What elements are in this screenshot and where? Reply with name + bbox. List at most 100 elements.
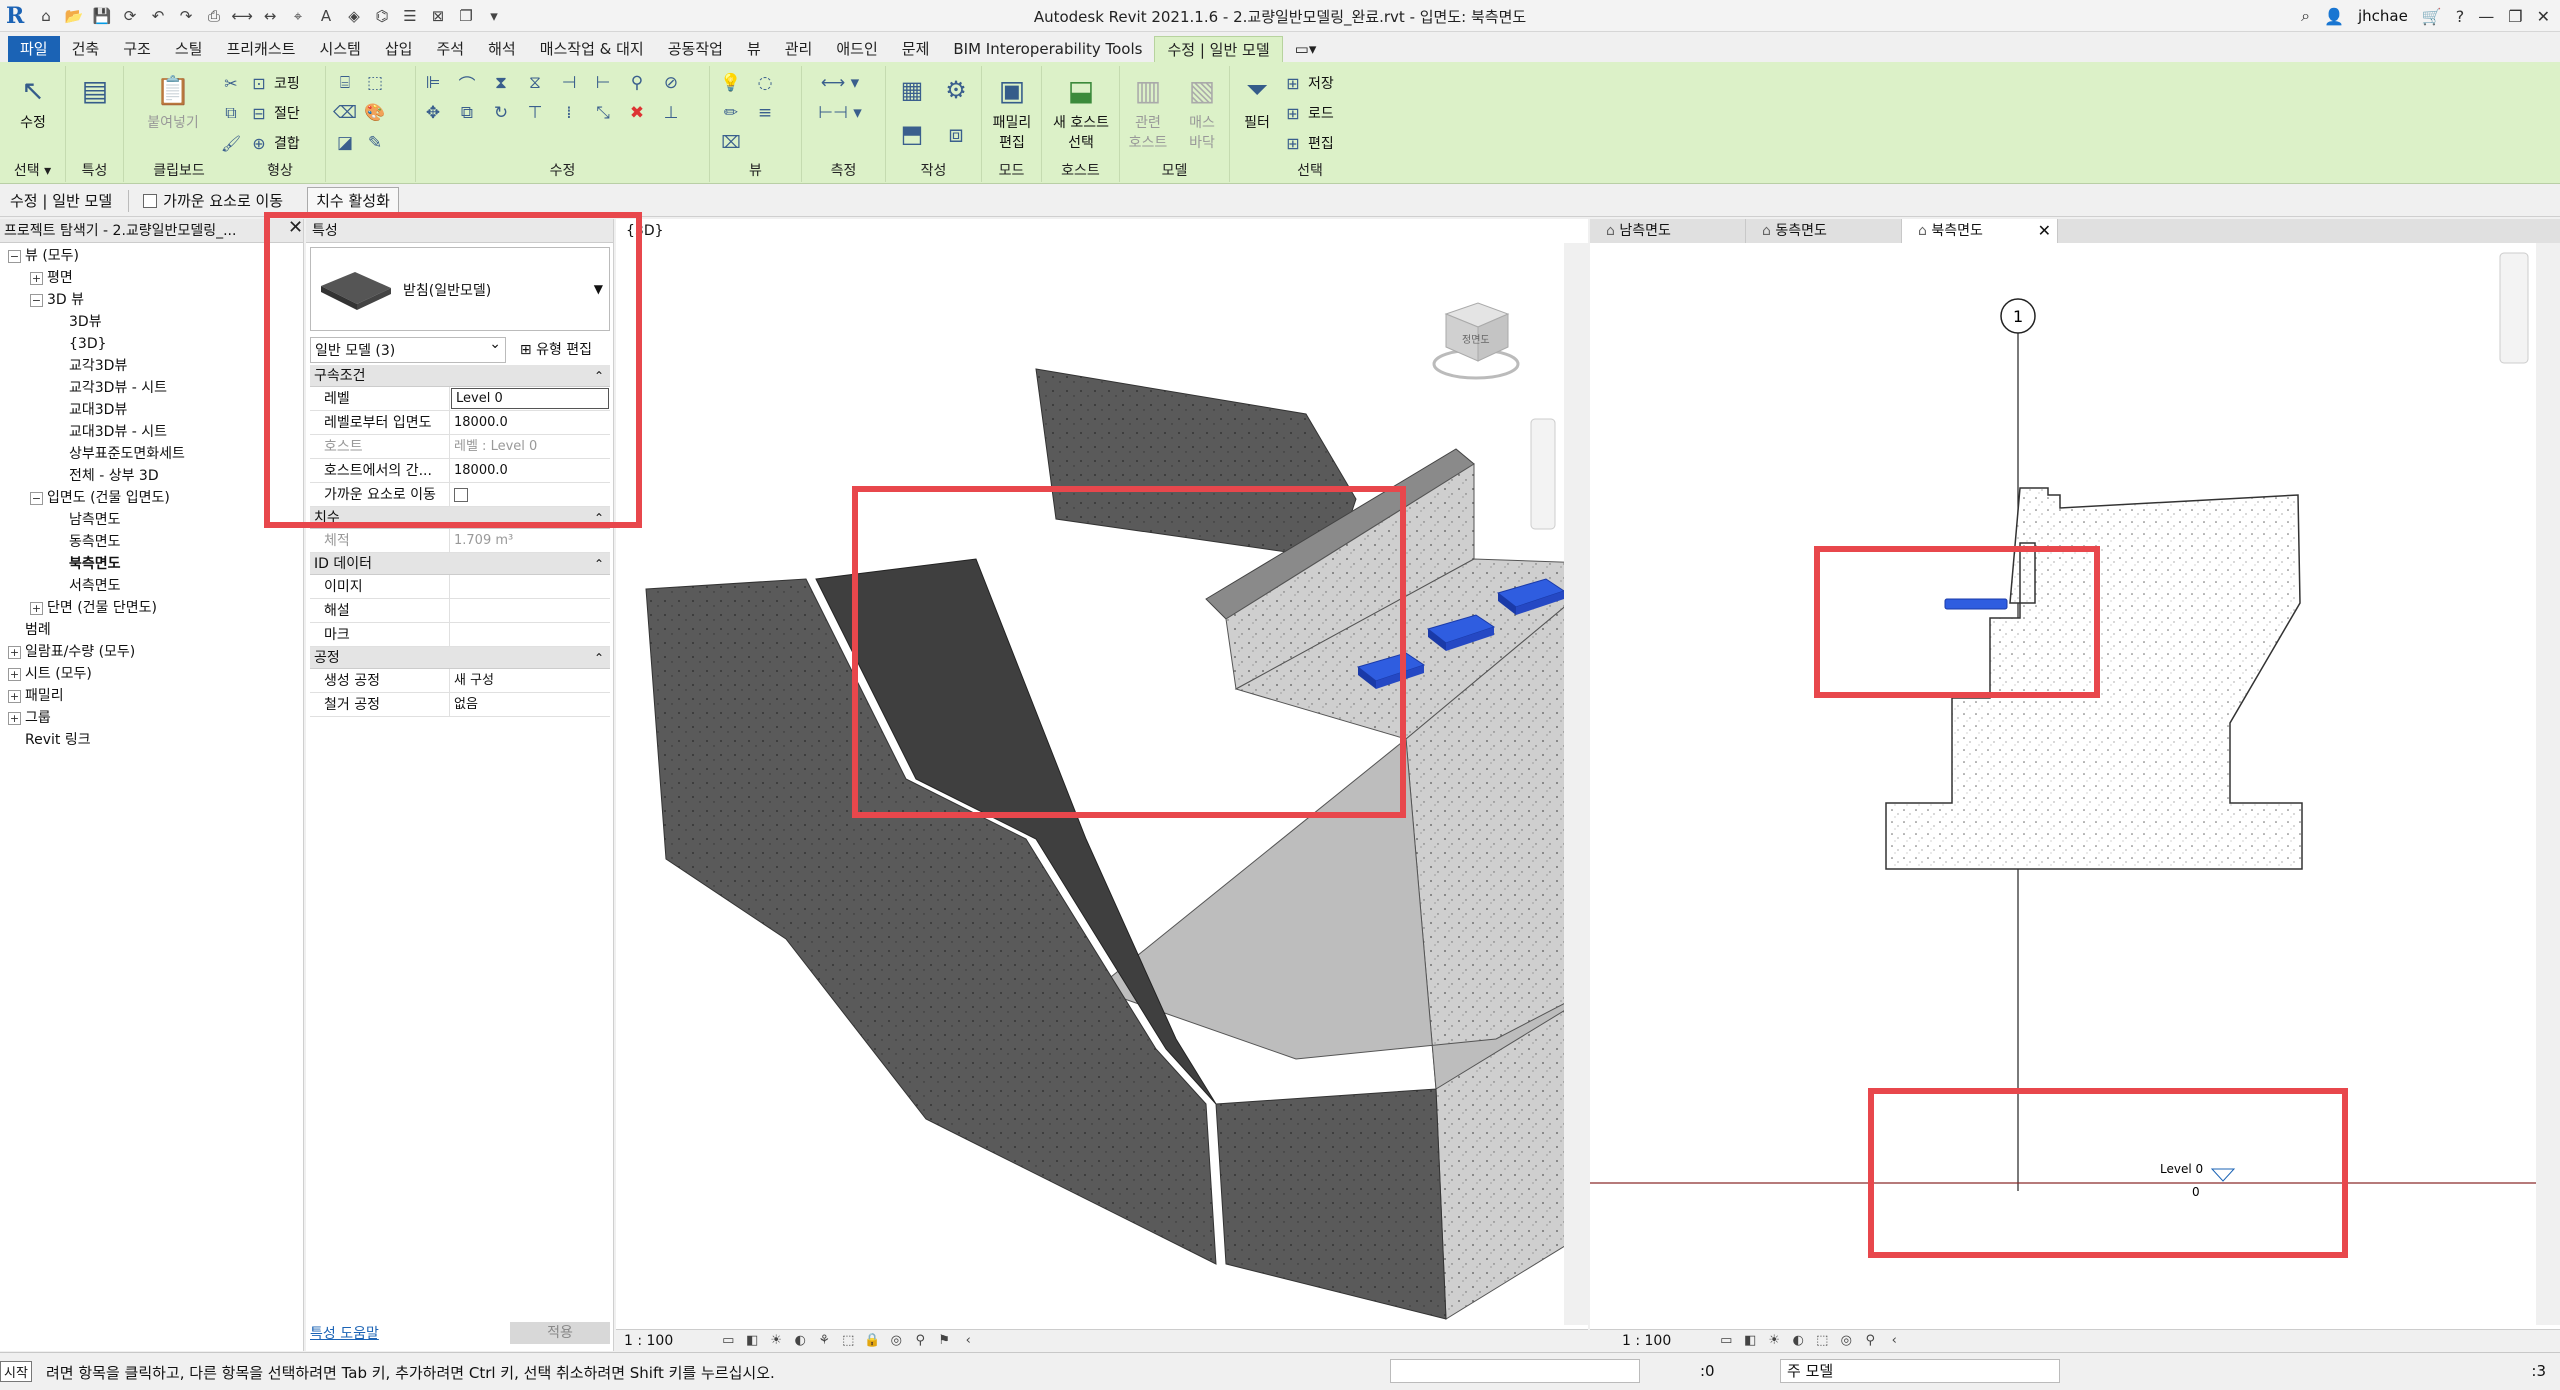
eraser-icon[interactable]: ⌧ <box>718 130 744 156</box>
elev-scroll-left-icon[interactable]: ‹ <box>1885 1332 1903 1350</box>
ribbon-tab-16[interactable]: 수정 | 일반 모델 <box>1154 36 1283 62</box>
save-icon[interactable]: 💾 <box>90 4 114 28</box>
trim-icon[interactable]: ⊤ <box>522 100 548 126</box>
related-hosts-button[interactable]: ▥ 관련 호스트 <box>1122 68 1174 152</box>
scale-icon[interactable]: ⤡ <box>590 100 616 126</box>
thin-lines-icon[interactable]: ☰ <box>398 4 422 28</box>
ribbon-tab-12[interactable]: 관리 <box>773 36 825 62</box>
elev-sun-icon[interactable]: ☀ <box>1765 1332 1783 1350</box>
navigation-bar[interactable] <box>1530 418 1556 530</box>
qat-dropdown-icon[interactable]: ▾ <box>482 4 506 28</box>
elev-reveal-icon[interactable]: ⚲ <box>1861 1332 1879 1350</box>
elev-detail-level-icon[interactable]: ▭ <box>1717 1332 1735 1350</box>
collapse-icon[interactable]: − <box>8 249 21 263</box>
dimension-aligned-icon[interactable]: ⊢⊣ ▾ <box>810 100 870 126</box>
browser-item[interactable]: + 단면 (건물 단면도) <box>30 597 157 619</box>
user-name[interactable]: jhchae <box>2358 7 2408 25</box>
select-group-label[interactable]: 선택 ▾ <box>0 160 65 180</box>
start-badge[interactable]: 시작 <box>0 1361 32 1382</box>
close-icon[interactable]: ✕ <box>2537 7 2550 26</box>
create-similar-icon[interactable]: ⚙ <box>936 70 976 110</box>
analytic-icon[interactable]: ⚑ <box>935 1332 953 1350</box>
selection-count[interactable]: :3 <box>2531 1362 2546 1380</box>
trim-single-icon[interactable]: ⊥ <box>658 100 684 126</box>
browser-item[interactable]: {3D} <box>52 333 107 355</box>
design-option-select[interactable]: 주 모델 <box>1780 1359 2060 1383</box>
apply-button[interactable]: 적용 <box>510 1322 610 1344</box>
expand-icon[interactable]: + <box>30 601 43 615</box>
array-icon[interactable]: ⁞ <box>556 100 582 126</box>
help-icon[interactable]: ? <box>2456 7 2465 26</box>
elev-crop-icon[interactable]: ⬚ <box>1813 1332 1831 1350</box>
text-icon[interactable]: A <box>314 4 338 28</box>
property-section-header[interactable]: 공정 <box>310 647 610 669</box>
browser-item[interactable]: −3D 뷰 <box>30 289 84 311</box>
browser-item[interactable]: 상부표준도면화세트 <box>52 443 185 465</box>
cope-button[interactable]: ⊡ 코핑 <box>248 70 299 96</box>
copy-mod-icon[interactable]: ⧉ <box>454 100 480 126</box>
expand-icon[interactable]: + <box>8 711 21 725</box>
snap-checkbox[interactable]: 가까운 요소로 이동 <box>135 190 291 211</box>
minimize-icon[interactable]: — <box>2478 7 2494 26</box>
browser-item[interactable]: 교대3D뷰 - 시트 <box>52 421 167 443</box>
cube-icon[interactable]: ⬚ <box>362 70 388 96</box>
offset-icon[interactable]: ⌒ <box>454 70 480 96</box>
close-tab-icon[interactable]: ✕ <box>2038 219 2051 243</box>
cart-icon[interactable]: 🛒 <box>2422 7 2442 26</box>
dimension-icon[interactable]: ↔ <box>258 4 282 28</box>
view-3d-scale[interactable]: 1 : 100 <box>624 1333 673 1349</box>
ribbon-tab-9[interactable]: 매스작업 & 대지 <box>528 36 656 62</box>
align-icon[interactable]: ⊫ <box>420 70 446 96</box>
open-icon[interactable]: 📂 <box>62 4 86 28</box>
browser-item[interactable]: + 평면 <box>30 267 73 289</box>
ribbon-tab-13[interactable]: 애드인 <box>824 36 889 62</box>
mass-floors-button[interactable]: ▧ 매스 바닥 <box>1176 68 1228 152</box>
expand-icon[interactable]: + <box>8 645 21 659</box>
browser-item[interactable]: + 패밀리 <box>8 685 64 707</box>
elev-shadows-icon[interactable]: ◐ <box>1789 1332 1807 1350</box>
ribbon-tab-15[interactable]: BIM Interoperability Tools <box>941 36 1154 62</box>
paint-icon[interactable]: 🎨 <box>362 100 388 126</box>
unpin-icon[interactable]: ⊘ <box>658 70 684 96</box>
properties-button[interactable]: ▤ <box>74 68 116 112</box>
measure-between-icon[interactable]: ⟷ ▾ <box>810 70 870 96</box>
ribbon-tab-4[interactable]: 프리캐스트 <box>214 36 307 62</box>
ribbon-tab-2[interactable]: 구조 <box>111 36 163 62</box>
property-value[interactable] <box>450 623 610 646</box>
bulb-icon[interactable]: 💡 <box>718 70 744 96</box>
load-selection-button[interactable]: ⊞ 로드 <box>1282 100 1333 126</box>
elevation-tab-2[interactable]: ⌂ 북측면도 ✕ <box>1902 219 2058 243</box>
detail-level-icon[interactable]: ▭ <box>719 1332 737 1350</box>
wall-joins-icon[interactable]: ⌸ <box>332 70 358 96</box>
switch-windows-icon[interactable]: ❐ <box>454 4 478 28</box>
undo-icon[interactable]: ↶ <box>146 4 170 28</box>
delete-icon[interactable]: ✖ <box>624 100 650 126</box>
browser-item[interactable]: 전체 - 상부 3D <box>52 465 159 487</box>
elevation-tab-1[interactable]: ⌂ 동측면도 <box>1746 219 1902 243</box>
rotate-icon[interactable]: ↻ <box>488 100 514 126</box>
expand-icon[interactable]: + <box>8 689 21 703</box>
ribbon-tab-6[interactable]: 삽입 <box>373 36 425 62</box>
ribbon-tab-10[interactable]: 공동작업 <box>656 36 735 62</box>
search-icon[interactable]: ⌕ <box>2301 6 2310 26</box>
property-section-header[interactable]: ID 데이터 <box>310 553 610 575</box>
create-assembly-icon[interactable]: ▦ <box>892 70 932 110</box>
collapse-icon[interactable]: − <box>30 491 43 505</box>
elev-visual-style-icon[interactable]: ◧ <box>1741 1332 1759 1350</box>
shadows-icon[interactable]: ◐ <box>791 1332 809 1350</box>
mirror-axis-icon[interactable]: ⧗ <box>488 70 514 96</box>
expand-icon[interactable]: + <box>8 667 21 681</box>
tag-icon[interactable]: ⌖ <box>286 4 310 28</box>
snap-checkbox-box[interactable] <box>143 193 158 208</box>
browser-item[interactable]: Revit 링크 <box>8 729 91 751</box>
browser-item[interactable]: 동측면도 <box>52 531 121 553</box>
browser-item[interactable]: − 뷰 (모두) <box>8 245 79 267</box>
ribbon-tab-11[interactable]: 뷰 <box>735 36 773 62</box>
render-icon[interactable]: ⚘ <box>815 1332 833 1350</box>
ribbon-tab-5[interactable]: 시스템 <box>307 36 372 62</box>
sync-icon[interactable]: ⟳ <box>118 4 142 28</box>
linework-icon[interactable]: ≡ <box>752 100 778 126</box>
modify-button[interactable]: ↖ 수정 <box>8 68 58 132</box>
ribbon-tab-0[interactable]: 파일 <box>8 36 60 62</box>
elevation-tab-0[interactable]: ⌂ 남측면도 <box>1590 219 1746 243</box>
